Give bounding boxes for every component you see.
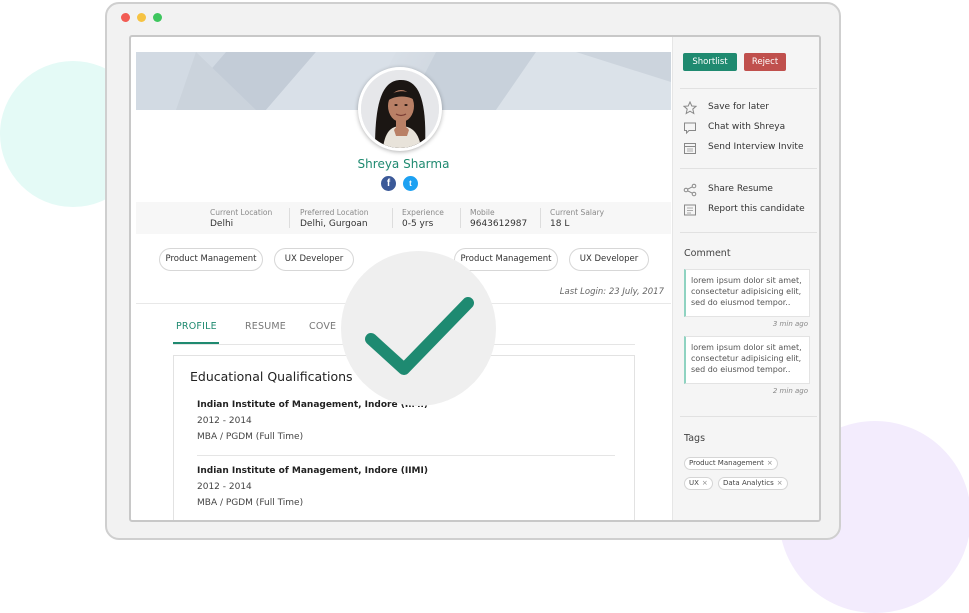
star-icon — [683, 101, 697, 115]
tag-label: Product Management — [689, 459, 764, 467]
comment-heading: Comment — [684, 248, 731, 259]
education-degree: MBA / PGDM (Full Time) — [197, 498, 304, 508]
action-label: Send Interview Invite — [708, 142, 804, 152]
reject-button[interactable]: Reject — [744, 53, 786, 71]
sidebar-divider — [680, 416, 817, 417]
checkmark-icon — [365, 297, 474, 375]
remove-tag-icon[interactable]: × — [702, 479, 708, 487]
page: Shreya Sharma f t Current Location Delhi… — [0, 0, 969, 613]
info-current-salary: Current Salary 18 L — [550, 208, 604, 229]
info-value: 0-5 yrs — [402, 219, 434, 229]
maximize-window-button[interactable] — [153, 13, 162, 22]
info-label: Current Salary — [550, 208, 605, 217]
tab-profile[interactable]: PROFILE — [176, 321, 217, 332]
chat-icon — [684, 122, 696, 135]
education-title: Educational Qualifications — [190, 369, 353, 384]
sidebar-divider — [680, 232, 817, 233]
profile-main: Shreya Sharma f t Current Location Delhi… — [136, 52, 671, 520]
tab-resume[interactable]: RESUME — [245, 321, 286, 332]
info-mobile: Mobile 9643612987 — [470, 208, 527, 229]
facebook-icon[interactable]: f — [381, 176, 396, 191]
tag-chip[interactable]: UX × — [684, 477, 713, 490]
sidebar-divider — [680, 168, 817, 169]
education-divider — [197, 455, 615, 456]
action-label: Save for later — [708, 102, 769, 112]
twitter-icon[interactable]: t — [403, 176, 418, 191]
info-label: Preferred Location — [300, 208, 369, 217]
action-label: Report this candidate — [708, 204, 805, 214]
education-years: 2012 - 2014 — [197, 416, 252, 426]
tags-heading: Tags — [684, 433, 706, 444]
browser-window: Shreya Sharma f t Current Location Delhi… — [105, 2, 841, 540]
remove-tag-icon[interactable]: × — [767, 459, 773, 467]
report-icon — [684, 204, 696, 216]
tag-label: UX — [689, 479, 699, 487]
shortlist-button[interactable]: Shortlist — [683, 53, 737, 71]
skill-chip[interactable]: Product Management — [159, 248, 263, 271]
comment-bubble: lorem ipsum dolor sit amet, consectetur … — [684, 269, 810, 317]
education-item: Indian Institute of Management, Indore (… — [197, 400, 428, 442]
institute-name: Indian Institute of Management, Indore (… — [197, 466, 428, 476]
info-label: Experience — [402, 208, 444, 217]
education-degree: MBA / PGDM (Full Time) — [197, 432, 304, 442]
info-divider — [392, 208, 393, 228]
tag-chip[interactable]: Product Management × — [684, 457, 778, 470]
last-login: Last Login: 23 July, 2017 — [559, 287, 664, 297]
info-value: 9643612987 — [470, 219, 528, 229]
candidate-info-bar: Current Location Delhi Preferred Locatio… — [136, 202, 671, 234]
shortlisted-overlay — [341, 251, 496, 406]
skill-chip[interactable]: UX Developer — [569, 248, 649, 271]
remove-tag-icon[interactable]: × — [777, 479, 783, 487]
candidate-name: Shreya Sharma — [357, 157, 450, 171]
tab-cover[interactable]: COVE — [309, 321, 336, 332]
minimize-window-button[interactable] — [137, 13, 146, 22]
info-value: Delhi, Gurgoan — [300, 219, 368, 229]
info-experience: Experience 0-5 yrs — [402, 208, 444, 229]
comment-time: 2 min ago — [772, 387, 808, 395]
education-item: Indian Institute of Management, Indore (… — [197, 466, 428, 508]
action-sidebar: Shortlist Reject Save for later Chat wit… — [672, 37, 819, 520]
tag-label: Data Analytics — [723, 479, 774, 487]
info-current-location: Current Location Delhi — [210, 208, 272, 229]
info-label: Current Location — [210, 208, 273, 217]
comment-time: 3 min ago — [772, 320, 808, 328]
close-window-button[interactable] — [121, 13, 130, 22]
candidate-profile-screen: Shreya Sharma f t Current Location Delhi… — [129, 35, 821, 522]
info-divider — [460, 208, 461, 228]
action-label: Chat with Shreya — [708, 122, 786, 132]
info-preferred-location: Preferred Location Delhi, Gurgoan — [300, 208, 369, 229]
share-icon — [683, 183, 697, 197]
info-value: Delhi — [210, 219, 234, 229]
avatar — [358, 67, 442, 151]
info-label: Mobile — [470, 208, 495, 217]
info-divider — [289, 208, 290, 228]
education-years: 2012 - 2014 — [197, 482, 252, 492]
tag-chip[interactable]: Data Analytics × — [718, 477, 788, 490]
info-divider — [540, 208, 541, 228]
info-value: 18 L — [550, 219, 570, 229]
calendar-icon — [684, 143, 696, 154]
comment-bubble: lorem ipsum dolor sit amet, consectetur … — [684, 336, 810, 384]
sidebar-divider — [680, 88, 817, 89]
action-label: Share Resume — [708, 184, 773, 194]
